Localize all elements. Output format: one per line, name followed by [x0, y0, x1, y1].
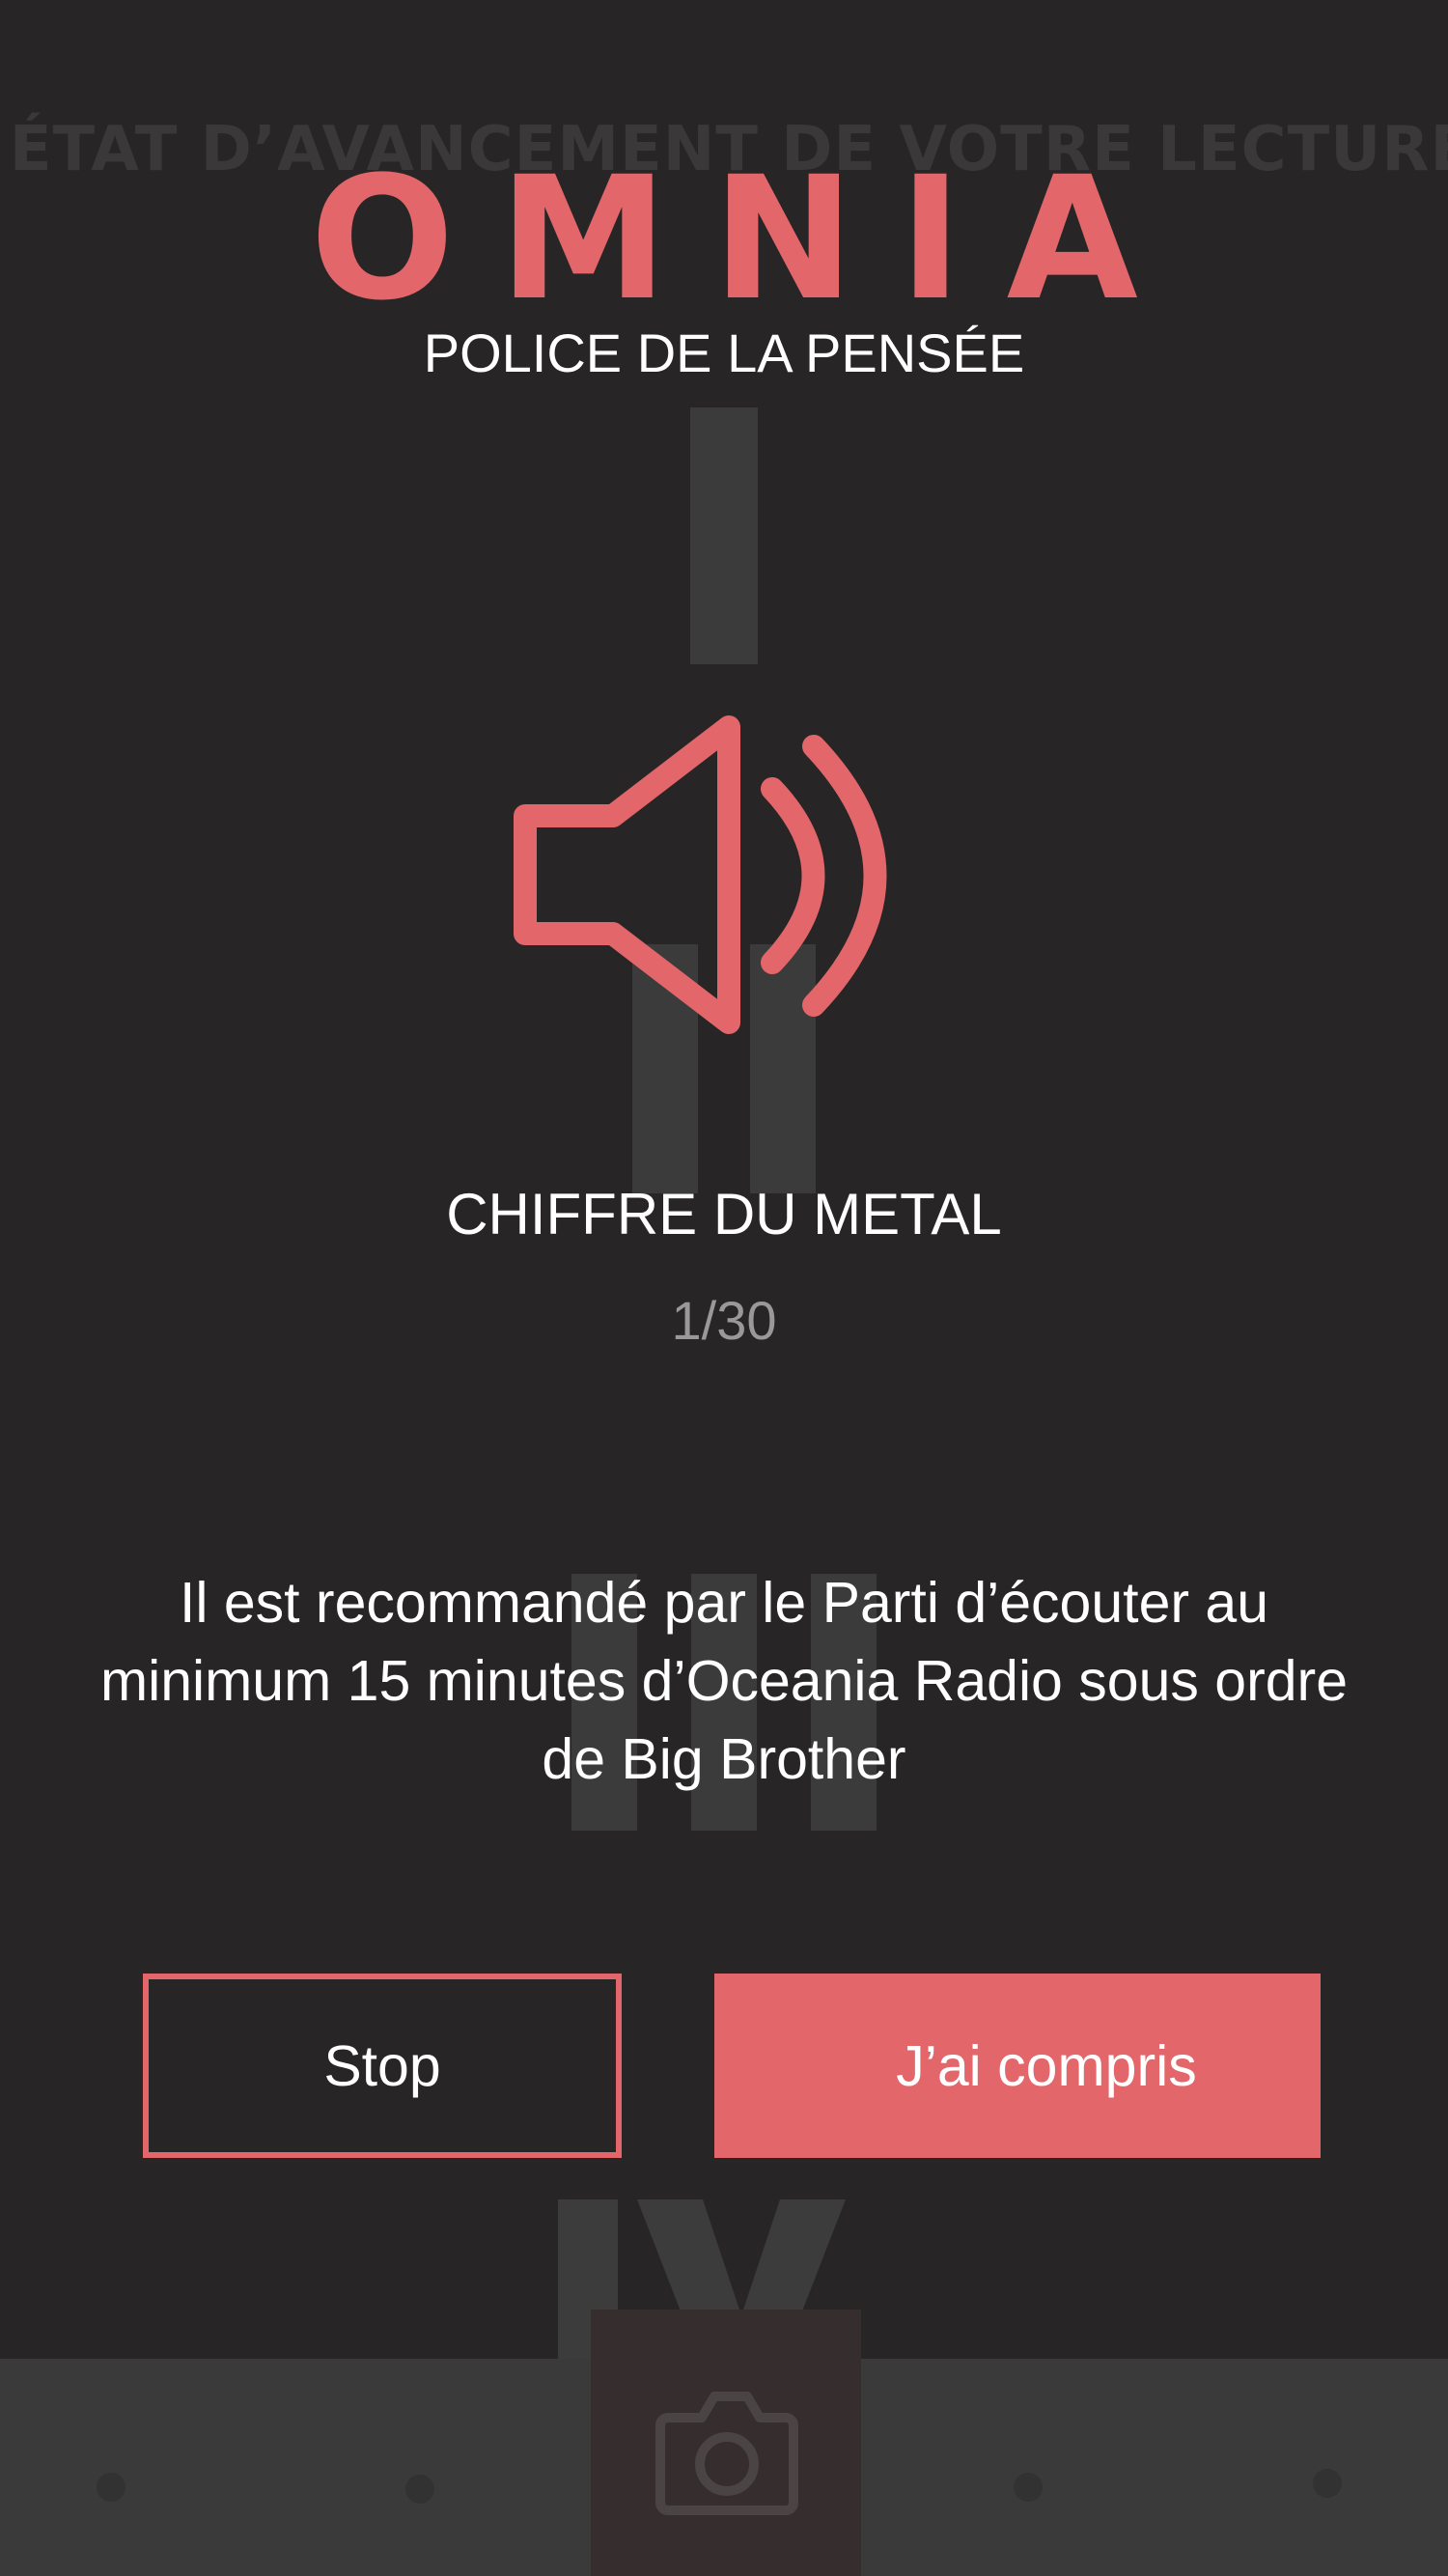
modal-message: Il est recommandé par le Parti d’écouter…	[99, 1571, 1349, 1791]
chapter-numeral-i	[690, 407, 758, 664]
progress-counter: 1/30	[671, 1290, 777, 1351]
stop-button[interactable]: Stop	[143, 1974, 622, 2158]
brand-logo-text: OMNIA	[310, 140, 1183, 338]
camera-button[interactable]	[591, 2310, 861, 2576]
section-title: CHIFFRE DU METAL	[446, 1182, 1002, 1246]
nav-dot-4[interactable]	[1313, 2469, 1342, 2498]
nav-dot-2[interactable]	[405, 2475, 434, 2504]
screen: ÉTAT D’AVANCEMENT DE VOTRE LECTURE OMNIA…	[0, 0, 1448, 2576]
confirm-button[interactable]: J’ai compris	[714, 1974, 1321, 2158]
camera-icon	[655, 2392, 798, 2515]
reading-progress-background: ÉTAT D’AVANCEMENT DE VOTRE LECTURE	[0, 0, 1448, 2576]
speaker-volume-icon	[514, 715, 887, 1034]
modal-subtitle: POLICE DE LA PENSÉE	[423, 322, 1025, 383]
nav-dot-3[interactable]	[1014, 2473, 1043, 2502]
nav-dot-1[interactable]	[97, 2473, 125, 2502]
